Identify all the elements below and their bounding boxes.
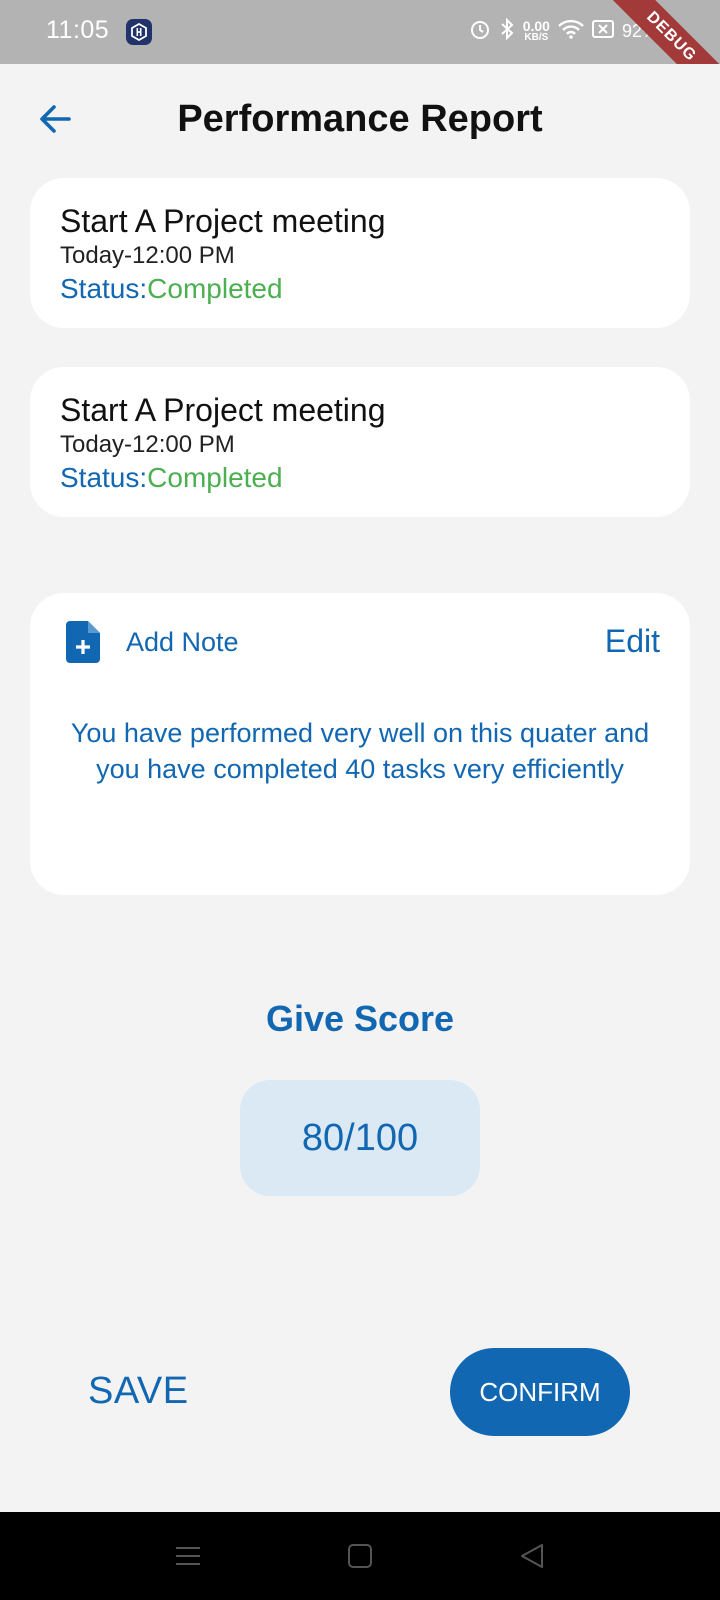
- page-title: Performance Report: [177, 98, 543, 140]
- home-icon[interactable]: [344, 1540, 376, 1572]
- status-label: Status:: [60, 462, 148, 493]
- status-time: 11:05: [46, 16, 110, 44]
- app-bar: Performance Report: [0, 64, 720, 174]
- back-nav-icon[interactable]: [516, 1540, 548, 1572]
- score-input[interactable]: 80/100: [240, 1080, 480, 1196]
- speed-unit: KB/S: [524, 31, 549, 43]
- task-card[interactable]: Start A Project meeting Today-12:00 PM S…: [30, 178, 690, 328]
- network-speed: 0.00 KB/S: [522, 17, 550, 44]
- note-text: You have performed very well on this qua…: [70, 718, 650, 784]
- task-card[interactable]: Start A Project meeting Today-12:00 PM S…: [30, 367, 690, 517]
- confirm-button[interactable]: CONFIRM: [450, 1348, 630, 1436]
- status-label: Status:: [60, 273, 148, 304]
- note-card: Add Note Edit You have performed very we…: [30, 593, 690, 895]
- task-time: Today-12:00 PM: [60, 242, 235, 269]
- task-time: Today-12:00 PM: [60, 431, 235, 458]
- save-button[interactable]: SAVE: [88, 1370, 189, 1413]
- alarm-icon: [469, 18, 491, 45]
- sim-off-icon: [591, 19, 614, 44]
- status-value: Completed: [147, 462, 283, 493]
- task-title: Start A Project meeting: [60, 203, 386, 239]
- speed-value: 0.00: [522, 17, 550, 34]
- system-nav-bar: [0, 1512, 720, 1600]
- give-score-heading: Give Score: [265, 998, 455, 1039]
- menu-icon[interactable]: [172, 1540, 204, 1572]
- add-note-button[interactable]: Add Note: [126, 627, 239, 658]
- app-notification-icon: [126, 19, 152, 45]
- status-value: Completed: [147, 273, 283, 304]
- bluetooth-icon: [499, 17, 515, 45]
- status-icons: 0.00 KB/S 92%: [469, 17, 658, 45]
- task-title: Start A Project meeting: [60, 392, 386, 428]
- status-bar: 11:05 0.00 KB/S 92% DEBUG: [0, 0, 720, 64]
- wifi-icon: [558, 19, 584, 44]
- task-status: Status:Completed: [60, 272, 660, 306]
- task-status: Status:Completed: [60, 461, 660, 495]
- add-note-icon[interactable]: [66, 621, 100, 663]
- edit-button[interactable]: Edit: [605, 623, 660, 660]
